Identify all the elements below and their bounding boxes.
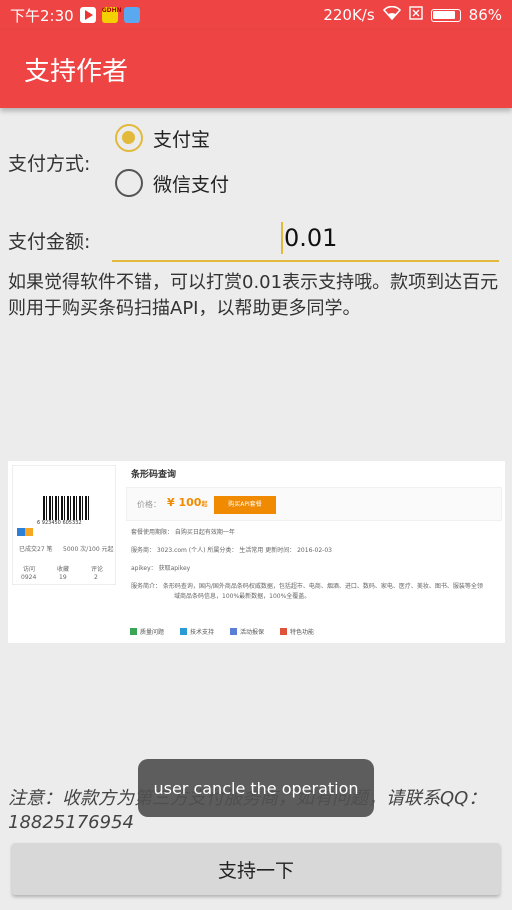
meta-line: 服务简介： 条形码查询，国内/国外商品条码权威数据，包括超市、电商、烟酒、进口、… — [131, 583, 483, 590]
stat-value: 2 — [94, 574, 98, 581]
tag-blue — [17, 528, 25, 536]
status-time: 下午2:30 — [10, 6, 74, 25]
price-label: 价格： — [137, 500, 161, 509]
footer-item: 活动报保 — [230, 627, 264, 636]
payment-method-label: 支付方式: — [8, 153, 91, 175]
amount-input[interactable]: 0.01 — [112, 218, 499, 262]
meta-line: apikey： 获取apikey — [131, 565, 191, 572]
feature-icon — [280, 628, 288, 635]
price-box: 价格： ¥ 100起 购买API套餐 — [126, 487, 502, 521]
radio-alipay-label: 支付宝 — [153, 128, 211, 151]
radio-unchecked-icon — [115, 169, 143, 197]
amount-value: 0.01 — [284, 224, 338, 252]
stat-value: 0924 — [21, 574, 37, 581]
quality-icon — [130, 628, 137, 635]
meta-line: 域商品条码信息，100%最新数据，100%全覆盖。 — [174, 593, 311, 600]
wifi-icon — [382, 5, 401, 24]
sold-count: 已成交27 笔 — [19, 546, 53, 553]
price-amount: ¥ 100 — [167, 496, 202, 509]
footer-item: 技术支持 — [180, 627, 214, 636]
radio-checked-icon — [115, 124, 143, 152]
barcode-api-image: 6 923450 605332 已成交27 笔 5000 次/100 元起 访问… — [8, 461, 505, 643]
support-icon — [180, 628, 188, 635]
stat-label: 评论 — [91, 566, 104, 573]
sim-disabled-icon — [408, 6, 423, 24]
stat-value: 19 — [59, 574, 67, 581]
tag-orange — [25, 528, 33, 536]
footer-item: 质量问题 — [130, 627, 164, 636]
network-speed: 220K/s — [323, 6, 375, 24]
app-notification-icon — [123, 7, 140, 23]
stat-label: 访问 — [23, 566, 36, 573]
guarantee-icon — [230, 628, 238, 635]
buy-api-button: 购买API套餐 — [214, 496, 276, 514]
meta-line: 套餐使用期限： 自购买日起有效期一年 — [131, 529, 235, 536]
api-footer: 质量问题 技术支持 活动报保 特色功能 — [130, 627, 314, 636]
battery-percent: 86% — [468, 6, 502, 24]
text-cursor — [281, 222, 283, 254]
barcode-graphic — [43, 496, 89, 520]
play-store-icon — [79, 7, 96, 23]
radio-alipay[interactable]: 支付宝 — [115, 124, 210, 152]
amount-label: 支付金额: — [8, 231, 91, 253]
stat-label: 收藏 — [57, 566, 70, 573]
barcode-number: 6 923450 605332 — [37, 520, 82, 526]
support-button[interactable]: 支持一下 — [12, 843, 500, 895]
price-unit: 起 — [201, 501, 208, 508]
battery-icon — [430, 8, 461, 22]
page-title: 支持作者 — [24, 56, 129, 87]
status-bar: 下午2:30 GDHN 220K/s 86% — [0, 0, 512, 30]
support-description: 如果觉得软件不错，可以打赏0.01表示支持哦。款项到达百元则用于购买条码扫描AP… — [8, 272, 499, 319]
app-bar: 支持作者 — [0, 30, 512, 108]
api-title: 条形码查询 — [131, 470, 177, 480]
gdhn-app-icon: GDHN — [101, 7, 122, 23]
meta-line: 服务商： 3023.com (个人) 所属分类： 生活常用 更新时间： 2016… — [131, 547, 332, 554]
toast-message: user cancle the operation — [138, 759, 374, 817]
radio-wechat-pay-label: 微信支付 — [153, 173, 230, 196]
price-value: ¥ 100起 — [167, 496, 207, 509]
quota-text: 5000 次/100 元起 — [63, 546, 114, 553]
radio-wechat-pay[interactable]: 微信支付 — [115, 169, 229, 197]
footer-item: 特色功能 — [280, 627, 314, 636]
product-thumbnail: 6 923450 605332 已成交27 笔 5000 次/100 元起 访问… — [12, 465, 116, 585]
